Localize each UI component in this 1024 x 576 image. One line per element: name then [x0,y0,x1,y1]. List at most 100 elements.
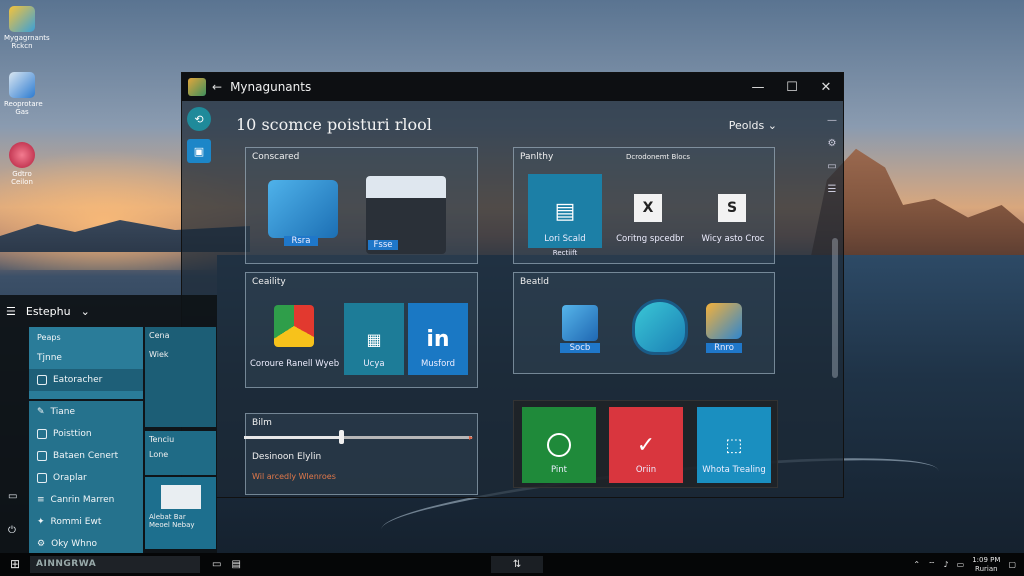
list-icon[interactable]: ☰ [828,184,837,195]
hamburger-icon[interactable]: ☰ [6,305,16,318]
panel-conscared: Conscared Rsra Fsse [245,147,478,264]
clock-time: 1:09 PM [972,555,1001,564]
list-item-label: Tjnne [37,353,62,363]
shield-icon[interactable] [632,299,688,355]
live-tile[interactable]: Cena Wiek [145,327,216,427]
folder-icon[interactable]: ▭ [8,491,17,502]
app-icon [188,78,206,96]
chevron-down-icon: ⌄ [767,119,777,132]
scrollbar-thumb[interactable] [832,238,838,378]
desktop-icon-label: Mygagrnants Rckcn [4,34,50,50]
tile-label: Whota Trealing [702,465,766,475]
desktop-icon-label: Gdtro Ceilon [11,170,33,186]
slider-remaining [344,436,472,439]
battery-icon[interactable]: ▭ [957,560,965,569]
tile-label: Pint [550,465,568,475]
app-icon [37,375,47,385]
live-tile[interactable]: Tenciu Lone [145,431,216,475]
desktop-icon-2[interactable]: Reoprotare Gas [4,72,43,116]
people-dropdown[interactable]: Peolds ⌄ [729,119,777,132]
browser-icon[interactable] [274,305,314,347]
toolbox-icon[interactable] [268,180,338,238]
linkedin-icon: in [426,326,450,352]
pinned-app-icon[interactable]: ▤ [231,559,240,570]
chevron-down-icon[interactable]: ⌄ [81,305,90,318]
list-item[interactable]: Eatoracher [29,369,143,391]
running-app-icon[interactable]: ⇅ [490,556,544,573]
back-button[interactable]: ← [212,80,222,94]
live-tile-title: Cena [149,331,170,340]
panel-subtitle: Dcrodonemt Blocs [626,153,691,161]
monitor-app-icon[interactable] [562,305,598,341]
start-menu: ☰ Estephu ⌄ ▭ ⏻ Peaps Tjnne Eatoracher ✎… [0,295,217,553]
list-item[interactable]: ≡ Canrin Marren [29,489,143,511]
panel-title: Panlthy [520,152,554,162]
volume-icon[interactable]: ♪ [944,560,949,569]
task-view-icon[interactable]: ▭ [212,559,221,570]
pen-icon: ✎ [37,407,45,417]
network-icon[interactable]: ⌔ [928,560,936,570]
people-label: Peolds [728,119,765,132]
list-item[interactable]: ⚙ Oky Whno [29,533,143,555]
desktop-icon-3[interactable]: Gdtro Ceilon [4,142,40,186]
list-item-label: Poisttion [53,429,92,439]
tile-sublabel: Rectiift [552,249,578,257]
desktop-icon-1[interactable]: Mygagrnants Rckcn [4,6,50,50]
close-button[interactable]: ✕ [809,80,843,95]
panel-panlthy: Panlthy Dcrodonemt Blocs ▤ Lori Scald Re… [513,147,775,264]
list-item[interactable]: Tjnne [29,347,143,369]
list-item[interactable]: ✎ Tiane [29,401,143,423]
sway-icon[interactable]: S [718,194,746,222]
start-app-list-2: ✎ Tiane Poisttion Bataen Cenert Oraplar ≡… [29,401,143,553]
window-icon: ⬚ [725,434,743,456]
excel-icon[interactable]: X [634,194,662,222]
window-title: Mynagunants [230,80,312,94]
list-item[interactable]: Bataen Cenert [29,445,143,467]
title-bar: ← Mynagunants — ☐ ✕ [182,73,843,101]
globe-icon [9,142,35,168]
live-tile[interactable]: Alebat Bar Meoel Nebay [145,477,216,549]
maximize-button[interactable]: ☐ [775,80,809,95]
taskbar: ⊞ AINNGRWA ▭ ▤ ⇅ ⌃ ⌔ ♪ ▭ 1:09 PM Rurian … [0,553,1024,576]
clock[interactable]: 1:09 PM Rurian [972,556,1000,574]
start-header: ☰ Estephu ⌄ [0,295,217,327]
slider-thumb[interactable] [339,430,344,444]
list-item-label: Oky Whno [51,539,98,549]
panel-title: Conscared [252,152,300,162]
power-icon[interactable]: ⏻ [8,525,16,536]
list-item-label: Rommi Ewt [50,517,102,527]
home-icon[interactable]: ⟲ [187,107,211,131]
briefcase-icon[interactable] [706,303,742,339]
live-tile-title: Tenciu [149,435,175,444]
list-icon: ≡ [37,495,45,505]
windows-start-icon[interactable]: ⊞ [10,557,20,571]
main-window: ← Mynagunants — ☐ ✕ ⟲ ▣ — ⚙ ▭ ☰ 10 scomc… [181,72,844,498]
tile-label: Coroure Ranell Wyeb [250,359,340,369]
monitor-icon[interactable]: ▭ [827,161,836,172]
store-icon[interactable]: ▣ [187,139,211,163]
status-text: Desinoon Elylin [252,452,322,462]
minimize-button[interactable]: — [741,80,775,95]
panel-title: Ceaility [252,277,286,287]
list-item[interactable]: Poisttion [29,423,143,445]
start-title: Estephu [25,304,71,318]
shield-icon [9,72,35,98]
list-item[interactable]: Oraplar [29,467,143,489]
taskbar-search[interactable]: AINNGRWA [30,556,200,573]
list-item-label: Bataen Cenert [53,451,119,461]
panel-title: Bilm [252,418,272,428]
list-item-label: Oraplar [53,473,87,483]
minus-icon[interactable]: — [827,115,837,126]
card-icon: ▤ [554,198,576,224]
panel-beatld: Beatld Socb Rnro [513,272,775,374]
chevron-up-icon[interactable]: ⌃ [913,560,920,569]
grid-icon [37,429,47,439]
list-item-label: Canrin Marren [50,495,115,505]
tile-label: Oriin [635,465,657,475]
list-item[interactable]: ✦ Rommi Ewt [29,511,143,533]
tile-label: Rsra [284,236,318,246]
group-label: Peaps [37,332,61,342]
settings-icon[interactable]: ⚙ [828,138,837,149]
plus-icon: ✦ [37,517,45,527]
notification-icon[interactable]: ▢ [1008,560,1016,569]
